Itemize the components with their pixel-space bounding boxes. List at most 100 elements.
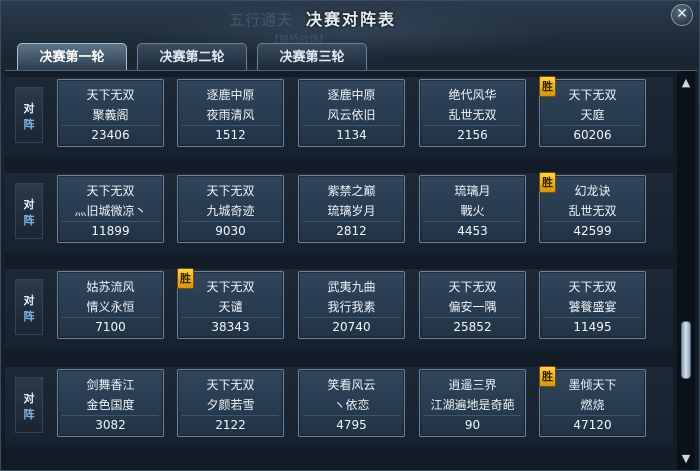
winner-badge-icon: 胜 — [539, 76, 556, 97]
guild-name: 琉璃岁月 — [327, 204, 376, 218]
row-label-line1: 对 — [23, 102, 35, 115]
team-score: 60206 — [544, 125, 641, 143]
team-score: 20740 — [303, 317, 400, 335]
guild-name: ヽ依恋 — [333, 398, 370, 412]
team-card[interactable]: 天下无双 天谴 38343 胜 — [177, 268, 284, 339]
team-card[interactable]: 天下无双灬旧城微凉丶 11899 — [57, 175, 164, 243]
server-name: 逍遥三界 — [448, 378, 497, 392]
row-label-line1: 对 — [23, 294, 35, 307]
matchup-row-label: 对阵 — [15, 87, 43, 143]
team-card[interactable]: 紫禁之巅琉璃岁月 2812 — [298, 175, 405, 243]
row-label-line2: 阵 — [23, 310, 35, 323]
team-score: 2122 — [182, 415, 279, 433]
row-label-line1: 对 — [23, 392, 35, 405]
guild-name: 燃烧 — [580, 398, 605, 412]
guild-name: 情义永恒 — [86, 300, 135, 314]
server-name: 逐鹿中原 — [327, 88, 376, 102]
team-card[interactable]: 天下无双 天庭 60206 胜 — [539, 76, 646, 147]
tab-round-1[interactable]: 决赛第一轮 — [17, 43, 127, 71]
team-score: 1512 — [182, 125, 279, 143]
team-card[interactable]: 琉璃月戰火 4453 — [419, 175, 526, 243]
scrollbar[interactable]: ▲ ▼ — [677, 71, 695, 470]
server-name: 绝代风华 — [448, 88, 497, 102]
team-score: 2812 — [303, 221, 400, 239]
team-score: 4453 — [424, 221, 521, 239]
server-name: 天下无双 — [206, 378, 255, 392]
winner-badge-icon: 胜 — [177, 268, 194, 289]
server-name: 逐鹿中原 — [206, 88, 255, 102]
team-card[interactable]: 笑看风云ヽ依恋 4795 — [298, 369, 405, 437]
team-score: 38343 — [182, 317, 279, 335]
team-card[interactable]: 逐鹿中原 夜雨清风 1512 — [177, 79, 284, 147]
guild-name: 天庭 — [580, 108, 605, 122]
scroll-down-icon[interactable]: ▼ — [679, 451, 693, 467]
tab-round-2[interactable]: 决赛第二轮 — [137, 43, 247, 71]
team-score: 47120 — [544, 415, 641, 433]
scroll-up-icon[interactable]: ▲ — [679, 75, 693, 91]
guild-name: 风云依旧 — [327, 108, 376, 122]
team-card[interactable]: 武夷九曲我行我素 20740 — [298, 271, 405, 339]
server-name: 天下无双 — [86, 184, 135, 198]
team-card[interactable]: 天下无双饕餮盛宴 11495 — [539, 271, 646, 339]
bracket-window: 五行通天 【鹊桥战场】 决赛对阵表 ✕ 决赛第一轮 决赛第二轮 决赛第三轮 ▲ … — [0, 0, 700, 471]
team-card[interactable]: 墨倾天下 燃烧 47120 胜 — [539, 366, 646, 437]
team-score: 11495 — [544, 317, 641, 335]
scroll-thumb[interactable] — [681, 321, 691, 379]
close-icon: ✕ — [676, 6, 688, 22]
tab-round-3[interactable]: 决赛第三轮 — [257, 43, 367, 71]
guild-name: 我行我素 — [327, 300, 376, 314]
team-card[interactable]: 逍遥三界江湖遍地是奇葩 90 — [419, 369, 526, 437]
row-label-line1: 对 — [23, 198, 35, 211]
matchup-row-label: 对阵 — [15, 183, 43, 239]
guild-name: 金色国度 — [86, 398, 135, 412]
team-card[interactable]: 天下无双夕颜若雪 2122 — [177, 369, 284, 437]
close-button[interactable]: ✕ — [671, 4, 693, 26]
team-card[interactable]: 逐鹿中原风云依旧 1134 — [298, 79, 405, 147]
winner-badge-icon: 胜 — [539, 172, 556, 193]
guild-name: 乱世无双 — [568, 204, 617, 218]
team-score: 7100 — [62, 317, 159, 335]
server-name: 天下无双 — [448, 280, 497, 294]
winner-badge-icon: 胜 — [539, 366, 556, 387]
matchup-list: ▲ ▼ 对阵天下无双 聚義阁 23406 逐鹿中原 夜雨清风 1512 逐鹿中原 风云依旧 11… — [5, 70, 697, 470]
team-score: 42599 — [544, 221, 641, 239]
server-name: 姑苏流风 — [86, 280, 135, 294]
team-card[interactable]: 幻龙诀 乱世无双 42599 胜 — [539, 172, 646, 243]
team-card[interactable]: 天下无双偏安一隅 25852 — [419, 271, 526, 339]
guild-name: 戰火 — [460, 204, 485, 218]
window-title: 决赛对阵表 — [305, 10, 396, 29]
team-score: 23406 — [62, 125, 159, 143]
team-score: 2156 — [424, 125, 521, 143]
team-card[interactable]: 姑苏流风情义永恒 7100 — [57, 271, 164, 339]
guild-name: 夕颜若雪 — [206, 398, 255, 412]
row-label-line2: 阵 — [23, 408, 35, 421]
team-score: 11899 — [62, 221, 159, 239]
server-name: 天下无双 — [568, 280, 617, 294]
server-name: 剑舞香江 — [86, 378, 135, 392]
guild-name: 九城奇迹 — [206, 204, 255, 218]
team-card[interactable]: 绝代风华 乱世无双 2156 — [419, 79, 526, 147]
guild-name: 偏安一隅 — [448, 300, 497, 314]
team-score: 90 — [424, 415, 521, 433]
team-score: 1134 — [303, 125, 400, 143]
team-score: 9030 — [182, 221, 279, 239]
server-name: 武夷九曲 — [327, 280, 376, 294]
server-name: 天下无双 — [86, 88, 135, 102]
server-name: 紫禁之巅 — [327, 184, 376, 198]
guild-name: 江湖遍地是奇葩 — [430, 398, 515, 412]
server-name: 琉璃月 — [454, 184, 491, 198]
guild-name: 天谴 — [218, 300, 243, 314]
guild-name: 灬旧城微凉丶 — [74, 204, 147, 218]
guild-name: 饕餮盛宴 — [568, 300, 617, 314]
server-name: 笑看风云 — [327, 378, 376, 392]
team-score: 25852 — [424, 317, 521, 335]
matchup-row-label: 对阵 — [15, 279, 43, 335]
row-label-line2: 阵 — [23, 214, 35, 227]
team-card[interactable]: 天下无双 九城奇迹 9030 — [177, 175, 284, 243]
guild-name: 聚義阁 — [92, 108, 129, 122]
team-card[interactable]: 天下无双聚義阁 23406 — [57, 79, 164, 147]
team-card[interactable]: 剑舞香江金色国度 3082 — [57, 369, 164, 437]
team-score: 4795 — [303, 415, 400, 433]
team-score: 3082 — [62, 415, 159, 433]
row-label-line2: 阵 — [23, 118, 35, 131]
